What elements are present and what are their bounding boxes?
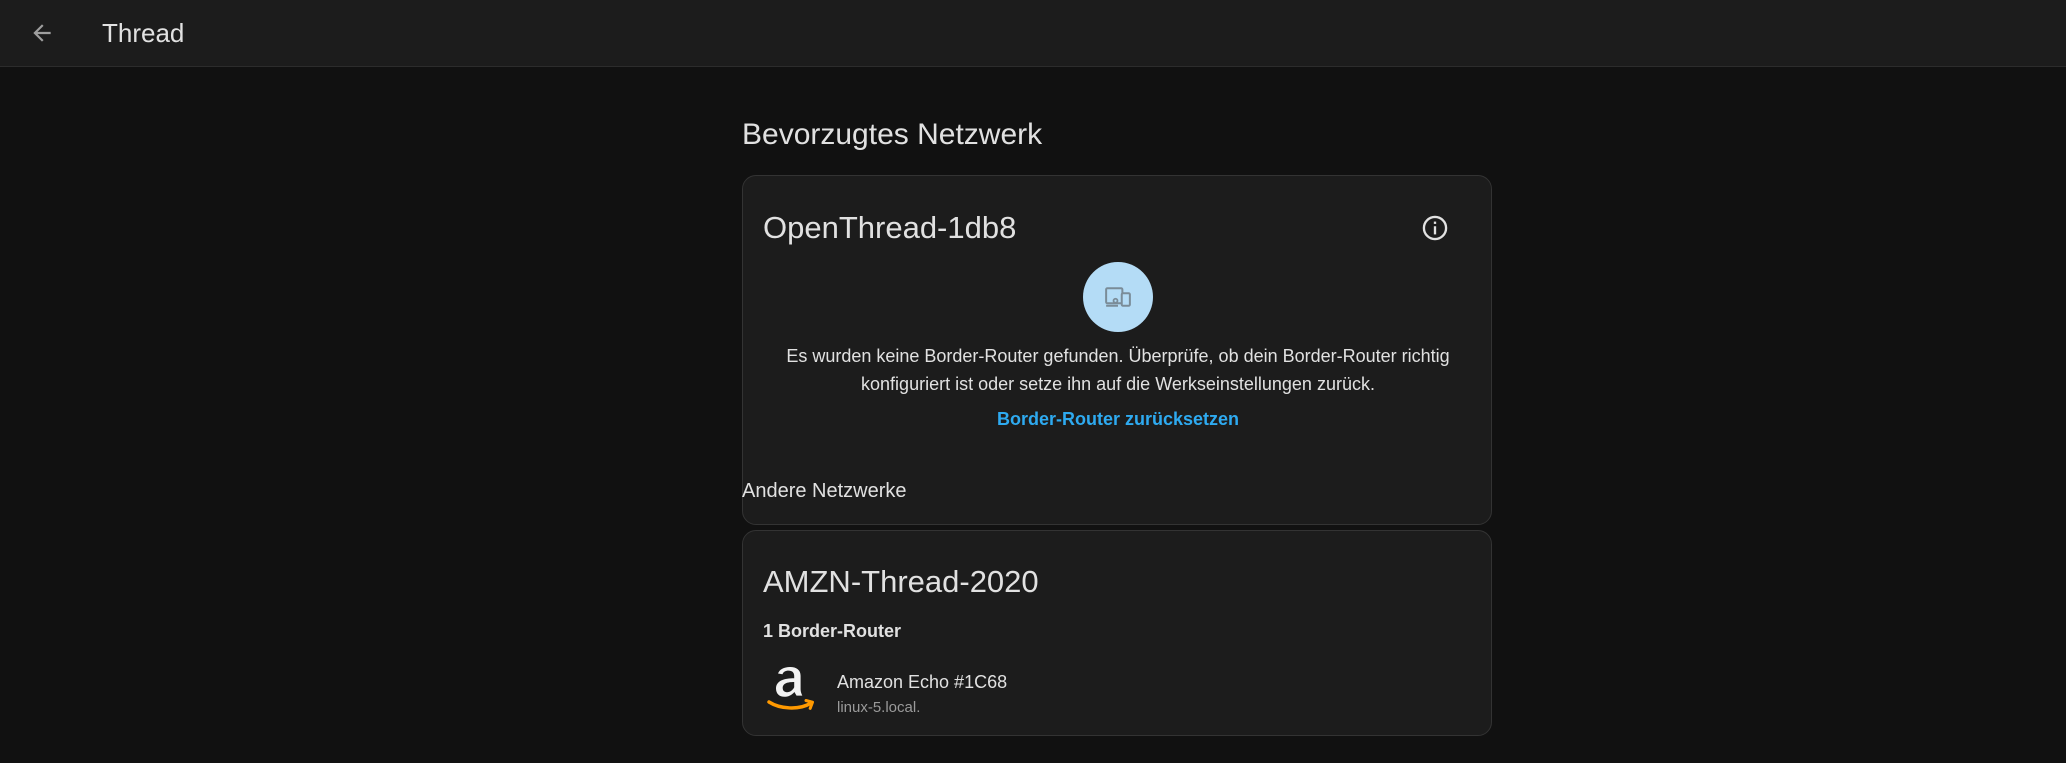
info-circle-icon xyxy=(1422,215,1448,241)
preferred-network-heading: Bevorzugtes Netzwerk xyxy=(742,118,1043,151)
border-router-name: Amazon Echo #1C68 xyxy=(837,672,1008,692)
preferred-network-name: OpenThread-1db8 xyxy=(763,210,1017,245)
router-avatar xyxy=(1083,262,1153,332)
amazon-logo-icon xyxy=(767,667,814,710)
top-app-bar: Thread xyxy=(0,0,2066,67)
router-devices-icon xyxy=(1105,287,1131,307)
arrow-left-icon xyxy=(33,24,51,42)
page-title: Thread xyxy=(102,18,185,48)
network-info-button[interactable] xyxy=(1415,208,1455,248)
border-router-count: 1 Border-Router xyxy=(763,621,902,641)
other-network-card: AMZN-Thread-2020 1 Border-Router Amazon … xyxy=(742,530,1492,736)
back-button[interactable] xyxy=(22,15,62,51)
other-networks-heading: Andere Netzwerke xyxy=(742,480,907,502)
border-router-host: linux-5.local. xyxy=(837,699,921,716)
other-network-name: AMZN-Thread-2020 xyxy=(763,564,1039,599)
border-router-item[interactable]: Amazon Echo #1C68 linux-5.local. xyxy=(763,659,1463,719)
preferred-network-card: OpenThread-1db8 Es wurden keine Border-R… xyxy=(742,175,1492,525)
no-border-router-message: Es wurden keine Border-Router gefunden. … xyxy=(786,346,1450,394)
reset-border-router-link[interactable]: Border-Router zurücksetzen xyxy=(743,407,1493,431)
